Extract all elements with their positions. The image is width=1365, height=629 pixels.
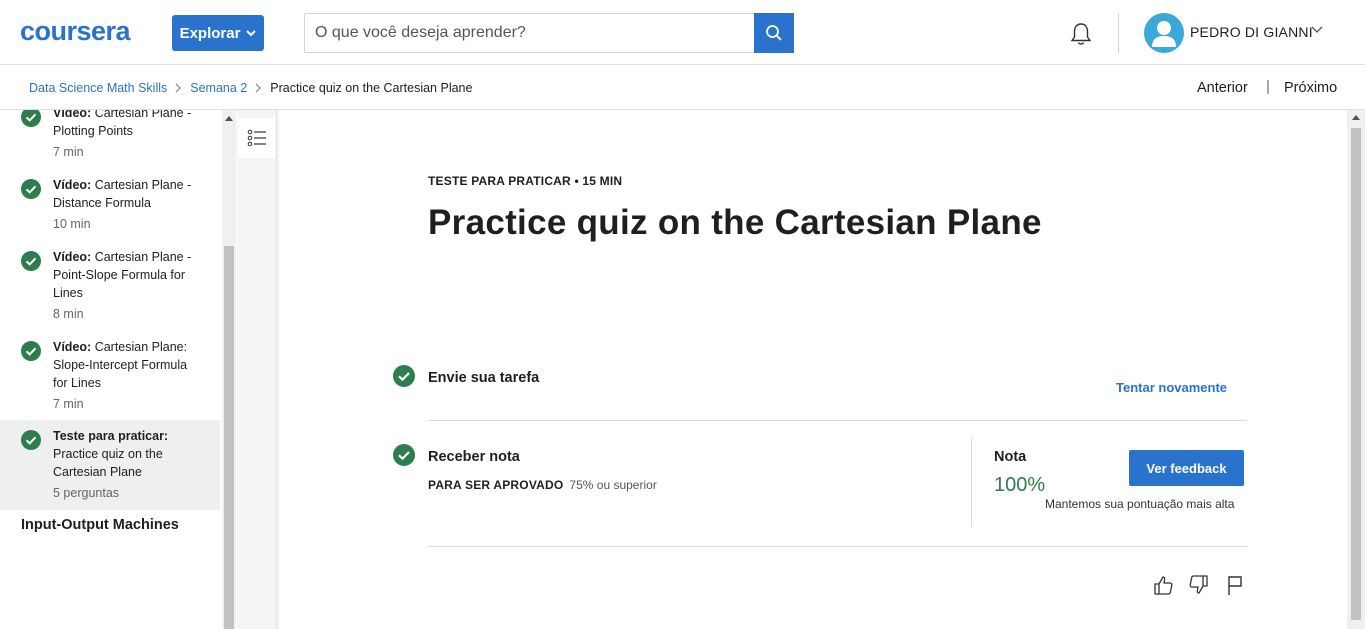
item-kicker: TESTE PARA PRATICAR • 15 MIN [428,174,623,188]
user-avatar-icon[interactable] [1144,13,1184,53]
sidebar-item-title: Vídeo: Cartesian Plane - Point-Slope For… [53,250,192,300]
main-scroll-thumb[interactable] [1351,128,1361,620]
check-circle-icon [21,341,41,361]
sidebar-item-title: Vídeo: Cartesian Plane - Plotting Points [53,110,192,138]
page-title: Practice quiz on the Cartesian Plane [428,203,1042,242]
grade-label: Nota [994,449,1027,465]
sidebar-scrollbar[interactable] [222,110,236,629]
sidebar-item-meta: 7 min [53,145,84,159]
next-module-title[interactable]: Input-Output Machines [21,517,179,533]
sidebar-item-point-slope[interactable]: Vídeo: Cartesian Plane - Point-Slope For… [0,246,220,326]
sidebar-scroll-thumb[interactable] [224,246,234,629]
sidebar-item-title: Teste para praticar: Practice quiz on th… [53,429,169,479]
check-circle-icon [393,444,415,466]
course-sidebar: Vídeo: Cartesian Plane - Plotting Points… [0,110,222,629]
sidebar-item-title: Vídeo: Cartesian Plane: Slope-Intercept … [53,340,188,390]
flag-icon[interactable] [1224,574,1246,596]
check-circle-icon [21,251,41,271]
main-content: TESTE PARA PRATICAR • 15 MIN Practice qu… [278,110,1347,629]
search-icon [766,25,782,41]
breadcrumb-bar: Data Science Math Skills Semana 2 Practi… [0,65,1365,110]
sidebar-toggle-rail [237,110,277,629]
sidebar-item-meta: 8 min [53,307,84,321]
scroll-up-arrow-icon[interactable] [225,116,233,121]
sidebar-item-meta: 10 min [53,217,91,231]
breadcrumb-week[interactable]: Semana 2 [190,81,247,95]
breadcrumb-current: Practice quiz on the Cartesian Plane [270,81,473,95]
previous-link[interactable]: Anterior [1197,80,1248,96]
breadcrumb-course[interactable]: Data Science Math Skills [29,81,167,95]
toggle-outline-button[interactable] [238,118,275,158]
search-input[interactable] [305,14,755,52]
grade-value: 100% [994,474,1046,496]
thumbs-down-icon[interactable] [1188,574,1210,596]
check-circle-icon [21,430,41,450]
sidebar-item-slope-intercept[interactable]: Vídeo: Cartesian Plane: Slope-Intercept … [0,336,220,416]
grade-divider [971,437,972,527]
search-bar [304,13,794,53]
scroll-up-arrow-icon[interactable] [1352,115,1360,120]
sidebar-item-plotting-points[interactable]: Vídeo: Cartesian Plane - Plotting Points… [0,110,220,164]
coursera-logo[interactable]: coursera [20,17,150,47]
highest-score-note: Mantemos sua pontuação mais alta [1045,497,1235,511]
chevron-right-icon [175,83,182,93]
retry-link[interactable]: Tentar novamente [1116,380,1227,395]
check-circle-icon [393,365,415,387]
main-scrollbar[interactable] [1347,110,1365,629]
view-feedback-button[interactable]: Ver feedback [1129,450,1244,486]
sidebar-item-title: Vídeo: Cartesian Plane - Distance Formul… [53,178,192,210]
top-header: coursera Explorar PEDRO DI GIANNI [0,0,1365,65]
reaction-buttons [1152,574,1246,596]
sidebar-item-meta: 7 min [53,397,84,411]
svg-text:coursera: coursera [20,17,132,46]
chevron-down-icon [246,29,257,36]
divider [428,546,1247,547]
explore-button[interactable]: Explorar [172,15,264,51]
thumbs-up-icon[interactable] [1152,574,1174,596]
sidebar-item-distance-formula[interactable]: Vídeo: Cartesian Plane - Distance Formul… [0,174,220,236]
divider [428,420,1247,421]
next-link[interactable]: Próximo [1284,80,1337,96]
explore-label: Explorar [179,24,241,42]
list-icon [247,129,266,147]
pass-requirement: PARA SER APROVADO 75% ou superior [428,478,657,492]
sidebar-item-practice-quiz[interactable]: Teste para praticar: Practice quiz on th… [0,420,220,510]
chevron-down-icon[interactable] [1311,26,1323,34]
submit-section-title: Envie sua tarefa [428,370,540,386]
user-name[interactable]: PEDRO DI GIANNI [1190,24,1313,40]
bell-icon[interactable] [1067,20,1095,48]
breadcrumb: Data Science Math Skills Semana 2 Practi… [29,81,472,95]
nav-separator: | [1266,78,1270,95]
check-circle-icon [21,110,41,127]
chevron-right-icon [255,83,262,93]
grade-section-title: Receber nota [428,449,520,465]
sidebar-item-meta: 5 perguntas [53,486,120,500]
search-button[interactable] [754,13,794,53]
header-divider [1118,13,1119,53]
check-circle-icon [21,179,41,199]
